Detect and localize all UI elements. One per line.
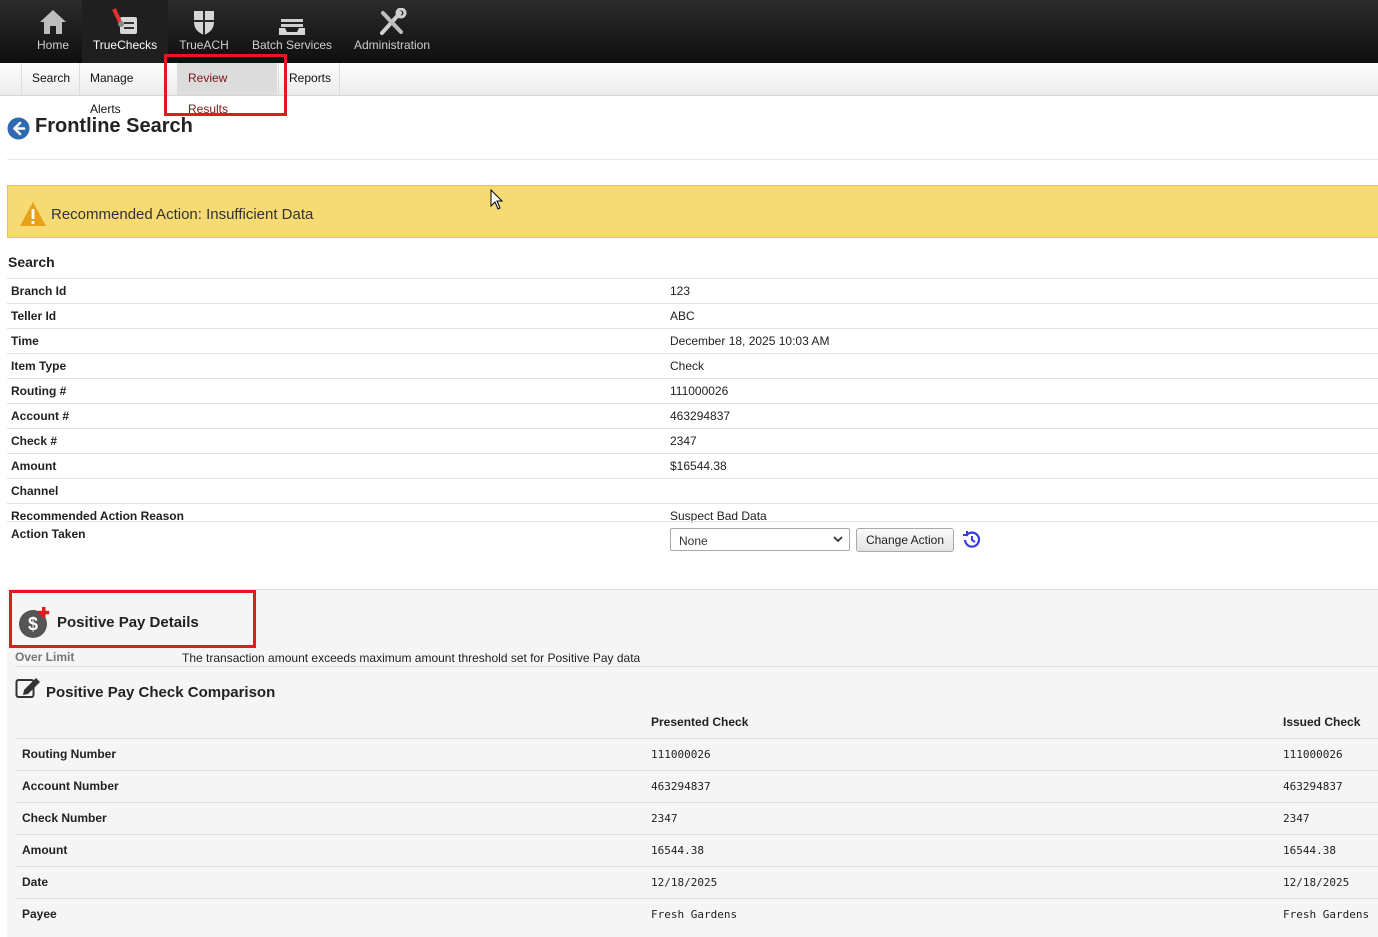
nav-batch-services-label: Batch Services — [251, 38, 333, 52]
chevron-down-icon — [831, 532, 845, 549]
comparison-table: Routing Number 111000026 111000026 Account… — [15, 738, 1378, 930]
issued-value: Fresh Gardens — [1283, 908, 1370, 921]
nav-home-label: Home — [36, 38, 69, 52]
table-row: Check Number 2347 2347 — [15, 802, 1378, 834]
detail-value: December 18, 2025 10:03 AM — [670, 334, 830, 348]
history-icon[interactable] — [962, 530, 982, 553]
issued-check-header: Issued Check — [1283, 715, 1361, 729]
detail-row-channel: Channel — [7, 478, 1378, 503]
search-details-table: Branch Id 123 Teller Id ABC Time December 1… — [7, 278, 1378, 528]
change-action-button[interactable]: Change Action — [856, 528, 954, 552]
tab-reports-label: Reports — [289, 71, 332, 85]
detail-value: 463294837 — [670, 409, 731, 423]
detail-value: 2347 — [670, 434, 697, 448]
highlight-box-review-results — [164, 54, 287, 116]
detail-label: Branch Id — [11, 284, 67, 298]
table-row: Payee Fresh Gardens Fresh Gardens — [15, 898, 1378, 930]
presented-value: 16544.38 — [651, 844, 704, 857]
row-label: Account Number — [22, 779, 119, 793]
nav-home[interactable]: Home — [27, 0, 79, 63]
detail-value: ABC — [670, 309, 695, 323]
tab-reports[interactable]: Reports — [278, 63, 340, 95]
issued-value: 16544.38 — [1283, 844, 1336, 857]
detail-row-time: Time December 18, 2025 10:03 AM — [7, 328, 1378, 353]
detail-label: Item Type — [11, 359, 67, 373]
row-label: Date — [22, 875, 49, 889]
issued-value: 12/18/2025 — [1283, 876, 1350, 889]
detail-row-teller-id: Teller Id ABC — [7, 303, 1378, 328]
search-section-title: Search — [8, 254, 55, 270]
detail-label: Routing # — [11, 384, 67, 398]
warning-icon — [19, 201, 47, 232]
action-select[interactable]: None — [670, 528, 850, 551]
edit-icon — [15, 675, 43, 704]
detail-label: Account # — [11, 409, 70, 423]
comparison-title: Positive Pay Check Comparison — [46, 684, 276, 701]
row-label: Amount — [22, 843, 68, 857]
presented-check-header: Presented Check — [651, 715, 749, 729]
presented-value: Fresh Gardens — [651, 908, 738, 921]
checks-icon — [110, 8, 140, 39]
row-label: Routing Number — [22, 747, 116, 761]
tools-icon — [377, 7, 407, 39]
tab-manage-alerts[interactable]: Manage Alerts — [79, 63, 176, 116]
presented-value: 463294837 — [651, 780, 711, 793]
home-icon — [38, 8, 68, 39]
detail-label: Amount — [11, 459, 57, 473]
row-label: Payee — [22, 907, 57, 921]
detail-label: Channel — [11, 484, 59, 498]
back-arrow-icon[interactable] — [7, 117, 30, 140]
over-limit-text: The transaction amount exceeds maximum a… — [182, 651, 641, 665]
presented-value: 111000026 — [651, 748, 711, 761]
inbox-tray-icon — [277, 8, 307, 39]
page-title: Frontline Search — [35, 115, 193, 137]
divider — [7, 159, 1378, 160]
table-row: Account Number 463294837 463294837 — [15, 770, 1378, 802]
detail-row-account: Account # 463294837 — [7, 403, 1378, 428]
nav-administration-label: Administration — [353, 38, 431, 52]
table-row: Amount 16544.38 16544.38 — [15, 834, 1378, 866]
detail-value: Check — [670, 359, 705, 373]
issued-value: 111000026 — [1283, 748, 1343, 761]
detail-label: Teller Id — [11, 309, 57, 323]
issued-value: 2347 — [1283, 812, 1310, 825]
presented-value: 2347 — [651, 812, 678, 825]
detail-value: 123 — [670, 284, 691, 298]
tab-search-label: Search — [32, 71, 71, 85]
issued-value: 463294837 — [1283, 780, 1343, 793]
over-limit-label: Over Limit — [15, 650, 75, 664]
recommended-action-banner: Recommended Action: Insufficient Data — [7, 185, 1378, 238]
detail-row-amount: Amount $16544.38 — [7, 453, 1378, 478]
nav-truechecks-label: TrueChecks — [92, 38, 158, 52]
tab-search[interactable]: Search — [21, 63, 79, 95]
action-select-value: None — [679, 534, 708, 548]
table-row: Date 12/18/2025 12/18/2025 — [15, 866, 1378, 898]
detail-value: $16544.38 — [670, 459, 727, 473]
table-row: Routing Number 111000026 111000026 — [15, 738, 1378, 770]
detail-row-branch-id: Branch Id 123 — [7, 278, 1378, 303]
action-taken-label: Action Taken — [11, 527, 86, 541]
shield-icon — [189, 8, 219, 39]
nav-trueach-label: TrueACH — [179, 38, 229, 52]
detail-row-check: Check # 2347 — [7, 428, 1378, 453]
presented-value: 12/18/2025 — [651, 876, 718, 889]
nav-administration[interactable]: Administration — [352, 0, 432, 63]
row-label: Check Number — [22, 811, 107, 825]
divider — [15, 666, 1378, 667]
nav-truechecks[interactable]: TrueChecks — [82, 0, 168, 63]
detail-row-item-type: Item Type Check — [7, 353, 1378, 378]
highlight-box-positive-pay — [9, 590, 256, 648]
banner-text: Recommended Action: Insufficient Data — [51, 206, 314, 223]
detail-value: 111000026 — [670, 384, 729, 398]
detail-label: Check # — [11, 434, 58, 448]
detail-label: Time — [11, 334, 39, 348]
detail-row-routing: Routing # 111000026 — [7, 378, 1378, 403]
action-taken-row: Action Taken None Change Action — [7, 521, 1378, 572]
mouse-cursor-icon — [490, 188, 504, 216]
tab-manage-alerts-label: Manage Alerts — [90, 71, 134, 116]
